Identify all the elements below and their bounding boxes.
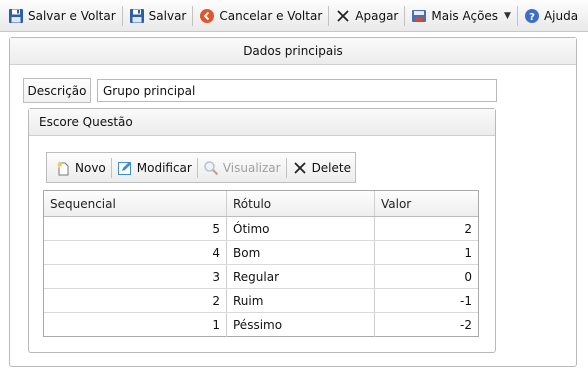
grid-header-row: Sequencial Rótulo Valor [44,191,478,217]
more-actions-menu[interactable]: Mais Ações ▼ [407,4,515,28]
cancel-and-back-button[interactable]: Cancelar e Voltar [195,4,326,28]
score-question-panel: Escore Questão Novo Modificar Visualizar… [28,108,496,353]
table-row[interactable]: 1 Péssimo -2 [44,313,478,337]
cell-valor: 2 [464,221,472,236]
cell-sequencial: 1 [44,313,227,337]
help-icon: ? [524,8,540,24]
new-button[interactable]: Novo [51,156,110,180]
cell-rotulo: Ruim [227,289,375,312]
toolbar-separator [196,157,198,178]
panel-title: Dados principais [243,44,343,58]
modify-label: Modificar [136,160,192,175]
toolbar-separator [328,5,330,26]
cell-valor: 0 [464,269,472,284]
main-toolbar: Salvar e Voltar Salvar Cancelar e Voltar… [0,0,588,32]
table-row[interactable]: 3 Regular 0 [44,265,478,289]
toolbar-separator [121,5,123,26]
floppy-disk-icon [8,8,24,24]
delete-label: Apagar [355,8,399,23]
svg-text:?: ? [529,12,535,23]
new-label: Novo [75,160,106,175]
cell-valor: 1 [464,245,472,260]
subpanel-header: Escore Questão [29,109,495,136]
save-and-back-button[interactable]: Salvar e Voltar [4,4,120,28]
table-row[interactable]: 4 Bom 1 [44,241,478,265]
cancel-and-back-label: Cancelar e Voltar [219,8,323,23]
edit-icon [117,160,133,176]
cell-rotulo: Ótimo [227,217,375,240]
subpanel-title: Escore Questão [39,115,133,129]
new-document-icon [55,160,71,176]
magnifier-icon [203,160,219,176]
help-label: Ajuda [543,8,579,23]
close-x-icon [292,160,308,176]
table-row[interactable]: 5 Ótimo 2 [44,217,478,241]
cell-sequencial: 2 [44,289,227,312]
panel-header: Dados principais [10,38,576,65]
back-arrow-circle-icon [199,8,215,24]
toolbar-separator [285,157,287,178]
view-label: Visualizar [222,160,281,175]
grid-toolbar: Novo Modificar Visualizar Delete [46,152,356,183]
column-header-sequencial[interactable]: Sequencial [44,191,227,216]
cell-sequencial: 4 [44,241,227,264]
column-header-valor[interactable]: Valor [375,191,478,216]
column-header-rotulo[interactable]: Rótulo [227,191,375,216]
cell-valor: -1 [460,293,472,308]
cell-rotulo: Péssimo [227,313,375,337]
main-data-panel: Dados principais Descrição Escore Questã… [9,37,577,367]
cell-rotulo: Regular [227,265,375,288]
view-button[interactable]: Visualizar [199,156,285,180]
actions-disk-icon [411,8,427,24]
toolbar-separator [516,5,518,26]
save-and-back-label: Salvar e Voltar [28,8,116,23]
close-x-icon [335,8,351,24]
floppy-disk-icon [129,8,145,24]
toolbar-separator [404,5,406,26]
help-button[interactable]: ? Ajuda [520,4,582,28]
modify-button[interactable]: Modificar [113,156,196,180]
toolbar-separator [192,5,194,26]
cell-valor: -2 [460,318,472,332]
description-label: Descrição [23,78,91,103]
score-grid: Sequencial Rótulo Valor 5 Ótimo 2 4 Bom … [43,190,479,337]
grid-delete-label: Delete [311,160,351,175]
toolbar-separator [110,157,112,178]
more-actions-label: Mais Ações [431,8,499,23]
grid-delete-button[interactable]: Delete [288,156,355,180]
cell-sequencial: 5 [44,217,227,240]
cell-rotulo: Bom [227,241,375,264]
description-input[interactable] [97,79,497,102]
save-label: Salvar [148,8,187,23]
chevron-down-icon: ▼ [504,10,511,21]
delete-button[interactable]: Apagar [331,4,402,28]
cell-sequencial: 3 [44,265,227,288]
save-button[interactable]: Salvar [125,4,191,28]
table-row[interactable]: 2 Ruim -1 [44,289,478,313]
